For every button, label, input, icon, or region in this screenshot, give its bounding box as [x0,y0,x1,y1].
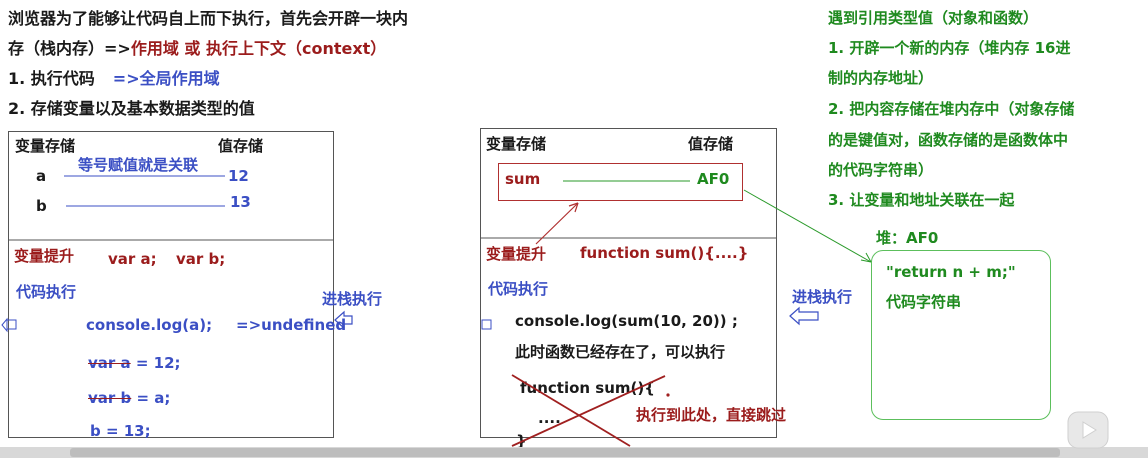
left-edge-arrow-icon [1,317,8,333]
play-icon[interactable] [1066,410,1110,450]
left-edge-marker [6,319,17,330]
scrollbar-thumb[interactable] [70,448,1060,457]
diagram-overlay [1,175,872,447]
skip-dot [666,393,670,397]
skip-cross-line-1 [511,374,631,447]
middle-stack-arrow-icon [789,306,819,326]
left-stack-arrow-icon [334,310,353,330]
skip-cross-line-2 [511,375,666,447]
address-to-heap-arrow [743,189,872,263]
middle-edge-marker [481,319,492,330]
